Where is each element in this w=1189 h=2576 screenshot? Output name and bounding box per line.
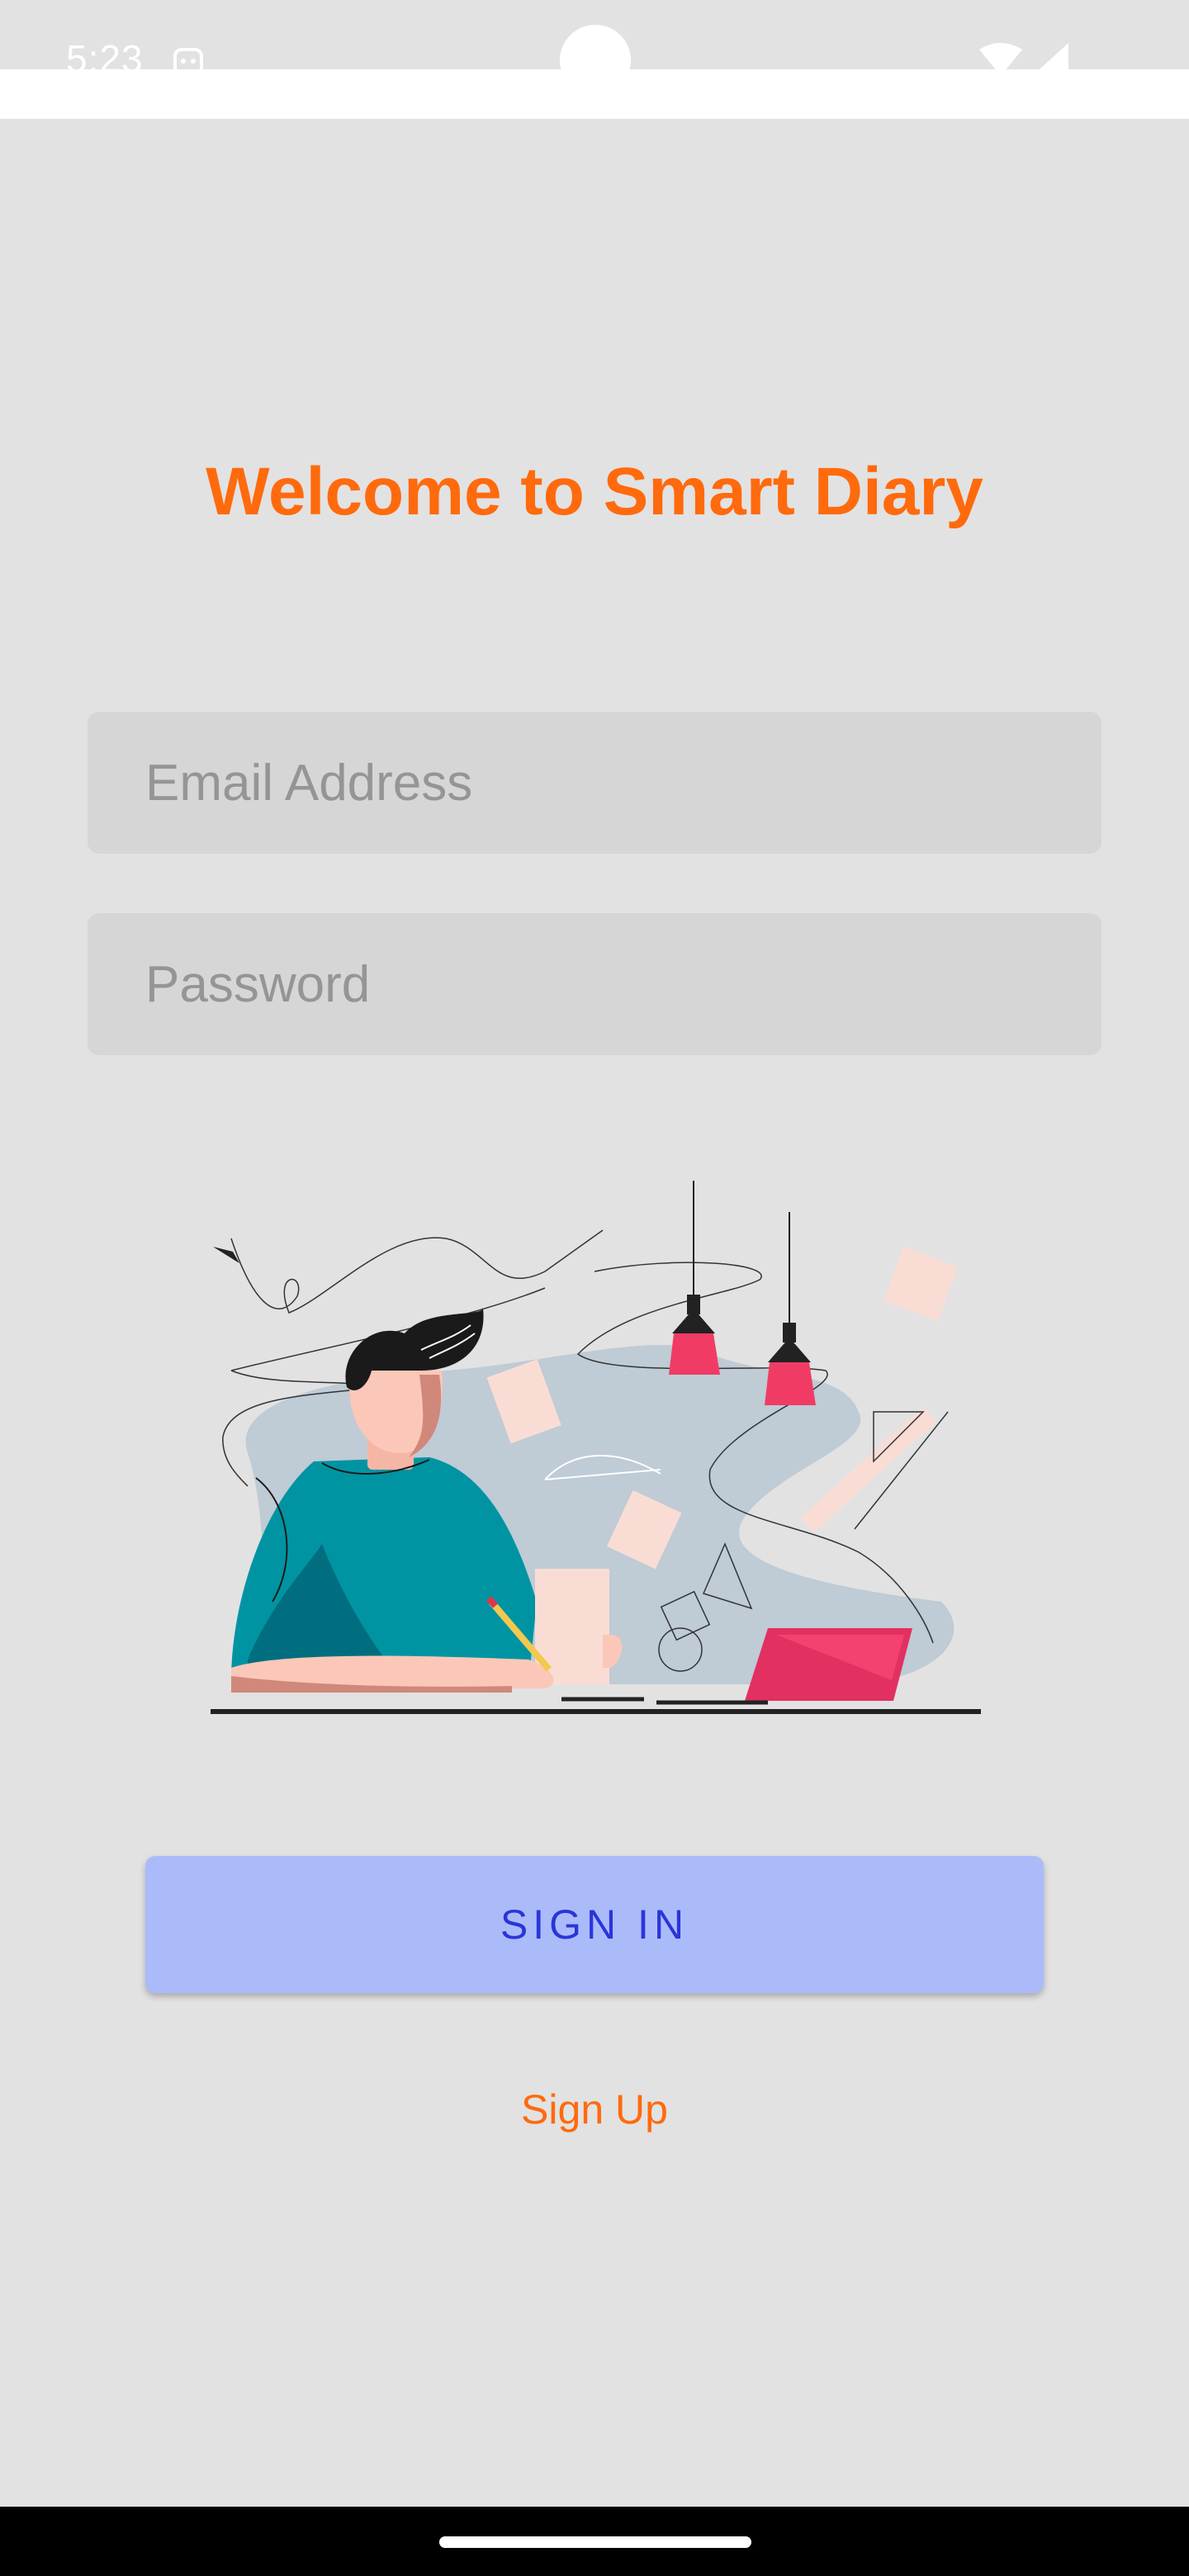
signal-icon [1039, 43, 1068, 69]
status-bar: 5:23 [0, 0, 1189, 69]
page-title: Welcome to Smart Diary [206, 454, 983, 529]
camera-cutout [560, 25, 631, 69]
home-indicator[interactable] [439, 2536, 751, 2548]
person-writing-illustration [211, 1181, 981, 1714]
system-navigation-bar [0, 2507, 1189, 2576]
sign-up-link[interactable]: Sign Up [0, 2086, 1189, 2133]
status-time: 5:23 [66, 37, 144, 69]
email-field[interactable] [88, 712, 1101, 854]
app-top-bar [0, 69, 1189, 119]
app-notification-icon [173, 48, 203, 69]
wifi-icon [979, 43, 1022, 69]
sign-in-button[interactable]: SIGN IN [145, 1856, 1044, 1993]
password-field[interactable] [88, 913, 1101, 1055]
